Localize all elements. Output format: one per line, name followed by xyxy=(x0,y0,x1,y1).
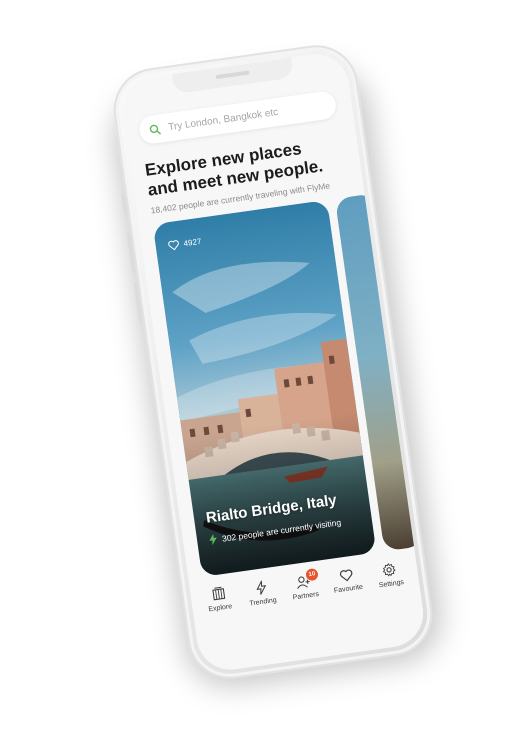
heart-icon xyxy=(168,240,179,251)
explore-icon xyxy=(211,586,225,601)
lightning-icon xyxy=(209,534,217,546)
tab-explore[interactable]: Explore xyxy=(197,584,242,615)
search-input[interactable] xyxy=(165,99,320,135)
tab-settings-label: Settings xyxy=(378,578,405,590)
lightning-icon xyxy=(256,580,266,595)
tab-explore-label: Explore xyxy=(208,603,233,614)
gear-icon xyxy=(383,562,396,577)
tab-partners[interactable]: 10 Partners xyxy=(282,567,327,603)
phone-screen: Explore new places and meet new people. … xyxy=(118,50,428,674)
tab-partners-label: Partners xyxy=(292,590,320,602)
tab-trending-label: Trending xyxy=(249,596,278,608)
phone-mockup: Explore new places and meet new people. … xyxy=(107,39,447,693)
search-icon xyxy=(149,124,161,134)
tab-trending[interactable]: Trending xyxy=(239,578,284,609)
tab-settings[interactable]: Settings xyxy=(368,560,413,591)
heart-icon xyxy=(340,569,353,582)
mockup-stage: Explore new places and meet new people. … xyxy=(0,0,521,741)
likes-count: 4927 xyxy=(183,236,202,249)
partners-badge: 10 xyxy=(305,567,319,582)
tab-favourite-label: Favourite xyxy=(333,583,364,595)
speaker-grille xyxy=(215,70,250,80)
tab-favourite[interactable]: Favourite xyxy=(325,566,370,596)
